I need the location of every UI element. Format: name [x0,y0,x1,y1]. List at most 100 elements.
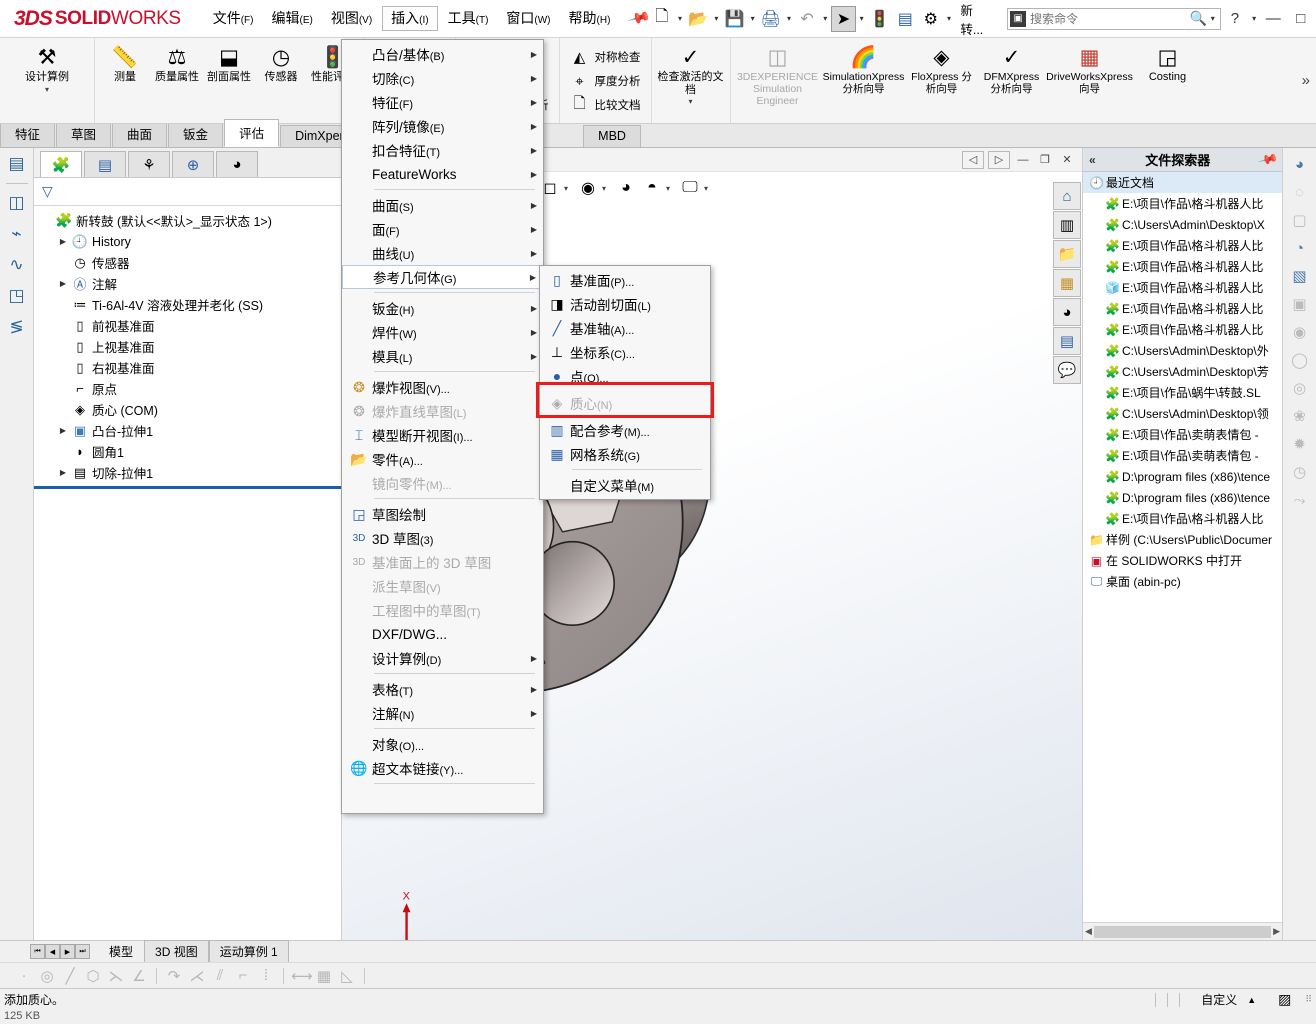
submenu-coordinate-system[interactable]: ⊥ 坐标系(C)... [540,340,710,364]
view-settings-icon[interactable]: ◓ [640,175,664,201]
status-custom-caret[interactable]: ▲ [1247,995,1256,1005]
tab-sketch[interactable]: 草图 [56,120,112,147]
curve-icon[interactable]: ≶ [4,315,30,339]
menu-boss-base[interactable]: 凸台/基体(B) ▶ [342,42,543,66]
new-document-caret[interactable]: ▾ [675,14,686,23]
menu-view[interactable]: 视图(V) [323,7,380,30]
circle-icon[interactable]: ◎ [37,967,57,985]
tree-item-front-plane[interactable]: ▯ 前视基准面 [34,315,341,336]
list-item[interactable]: 🧩 E:\项目\作品\卖萌表情包 - [1083,445,1282,466]
menu-edit[interactable]: 编辑(E) [263,7,320,30]
status-custom-label[interactable]: 自定义 [1191,991,1247,1008]
construction-icon[interactable]: ⁞ [256,967,276,984]
resize-grip-icon[interactable]: ⠿ [1305,994,1316,1005]
next-tab-button[interactable]: ▶ [60,944,75,959]
tree-item-top-plane[interactable]: ▯ 上视基准面 [34,336,341,357]
save-document-caret[interactable]: ▾ [747,14,758,23]
tree-item-history[interactable]: ▶ 🕘 History [34,231,341,252]
settings-caret[interactable]: ▾ [944,14,955,23]
preview-render-icon[interactable]: ◯ [1287,348,1313,372]
shortcut-open-in-solidworks[interactable]: ▣ 在 SOLIDWORKS 中打开 [1083,550,1282,571]
save-document-button[interactable]: 💾 [722,4,748,34]
hide-show-caret[interactable]: ▾ [564,184,574,193]
tree-expander-cut[interactable]: ▶ [56,468,70,477]
tree-expander-boss[interactable]: ▶ [56,426,70,435]
menu-tables[interactable]: 表格(T) ▶ [342,677,543,701]
menu-cut[interactable]: 切除(C) ▶ [342,66,543,90]
menu-molds[interactable]: 模具(L) ▶ [342,344,543,368]
scroll-thumb[interactable] [1093,925,1272,938]
tree-item-right-plane[interactable]: ▯ 右视基准面 [34,357,341,378]
schedule-render-icon[interactable]: ◎ [1287,376,1313,400]
search-commands-box[interactable]: ▣ 🔍 ▾ [1007,7,1222,30]
doc-minimize-button[interactable]: — [1012,151,1034,169]
tree-item-sensors[interactable]: ◷ 传感器 [34,252,341,273]
tree-expander-history[interactable]: ▶ [56,237,70,246]
view-palette-icon[interactable]: ▦ [1053,269,1081,297]
check-active-doc-button[interactable]: ✓ 检查激活的文档 ▾ [656,42,726,109]
menu-dxf-dwg[interactable]: DXF/DWG... [342,622,543,646]
menu-customize-menu[interactable] [342,787,543,811]
menu-pattern-mirror[interactable]: 阵列/镜像(E) ▶ [342,114,543,138]
apply-scene-caret[interactable]: ▾ [602,184,612,193]
list-item[interactable]: 🧩 E:\项目\作品\格斗机器人比 [1083,319,1282,340]
menu-3d-sketch[interactable]: 3D 3D 草图(3) [342,526,543,550]
new-document-button[interactable]: 🗋 [649,4,675,34]
tab-model[interactable]: 模型 [98,940,144,963]
edit-material-icon[interactable]: ▧ [1287,264,1313,288]
tree-item-cut-extrude1[interactable]: ▶ ▤ 切除-拉伸1 [34,462,341,483]
maximize-button[interactable]: □ [1287,4,1314,34]
ribbon-overflow-button[interactable]: » [1296,38,1316,123]
status-stack-icon[interactable]: ▨ [1256,991,1305,1008]
appearances-icon[interactable]: ◕ [1053,298,1081,326]
assembly-icon[interactable]: ◳ [4,284,30,308]
open-document-caret[interactable]: ▾ [711,14,722,23]
design-study-dropdown-caret[interactable]: ▾ [45,85,49,94]
doc-restore-button[interactable]: ❐ [1034,151,1056,169]
submenu-live-section-plane[interactable]: ◨ 活动剖切面(L) [540,292,710,316]
menu-fastening-features[interactable]: 扣合特征(T) ▶ [342,138,543,162]
home-icon[interactable]: ⌂ [1053,182,1081,210]
submenu-customize-menu[interactable]: 自定义菜单(M) [540,473,710,497]
shortcut-desktop[interactable]: 🖵 桌面 (abin-pc) [1083,571,1282,592]
submenu-axis[interactable]: ╱ 基准轴(A)... [540,316,710,340]
flyout-feature-icon[interactable]: ▤ [4,152,30,176]
forum-icon[interactable]: 💬 [1053,356,1081,384]
rebuild-traffic-light-button[interactable]: 🚦 [867,4,893,34]
menu-featureworks[interactable]: FeatureWorks ▶ [342,162,543,186]
task-pane-hscrollbar[interactable]: ◀ ▶ [1083,922,1282,940]
submenu-point[interactable]: ● 点(O)... [540,364,710,388]
menu-3d-sketch-on-plane[interactable]: 3D 基准面上的 3D 草图 [342,550,543,574]
render-region-icon[interactable]: ◉ [1287,320,1313,344]
tree-item-annotations[interactable]: ▶ Ⓐ 注解 [34,273,341,294]
tab-3d-views[interactable]: 3D 视图 [144,940,209,963]
shortcut-samples[interactable]: 📁 样例 (C:\Users\Public\Documer [1083,529,1282,550]
grid-icon[interactable]: ▦ [314,967,334,985]
tree-expander-annotations[interactable]: ▶ [56,279,70,288]
menu-file[interactable]: 文件(F) [205,7,262,30]
render-icon[interactable]: ▣ [1287,292,1313,316]
tree-item-boss-extrude1[interactable]: ▶ ▣ 凸台-拉伸1 [34,420,341,441]
line-icon[interactable]: ╱ [60,967,80,985]
decals-icon[interactable]: ❀ [1287,404,1313,428]
section-properties-button[interactable]: ⬓ 剖面属性 [203,42,255,87]
list-item[interactable]: 🧩 E:\项目\作品\格斗机器人比 [1083,298,1282,319]
polygon-icon[interactable]: ⬡ [83,967,103,985]
undo-caret[interactable]: ▾ [820,14,831,23]
spline-icon[interactable]: ∿ [4,253,30,277]
new-doc-label[interactable]: 新转... [954,0,1001,38]
list-item[interactable]: 🧩 E:\项目\作品\蜗牛\转鼓.SL [1083,382,1282,403]
measure-button[interactable]: 📏 测量 [99,42,151,87]
settings-gear-button[interactable]: ⚙ [918,4,944,34]
tree-item-material[interactable]: ≔ Ti-6Al-4V 溶液处理并老化 (SS) [34,294,341,315]
menu-object[interactable]: 对象(O)... [342,732,543,756]
dfmxpress-button[interactable]: ✓ DFMXpress 分析向导 [977,42,1047,98]
menu-curve[interactable]: 曲线(U) ▶ [342,241,543,265]
triangle-icon[interactable]: ◺ [337,967,357,985]
arc-icon[interactable]: ↷ [164,967,184,985]
first-tab-button[interactable]: ⏮ [30,944,45,959]
undo-button[interactable]: ↶ [794,4,820,34]
list-item[interactable]: 🧩 C:\Users\Admin\Desktop\芳 [1083,361,1282,382]
tangent-icon[interactable]: ⋌ [187,967,207,985]
prev-tab-button[interactable]: ◀ [45,944,60,959]
